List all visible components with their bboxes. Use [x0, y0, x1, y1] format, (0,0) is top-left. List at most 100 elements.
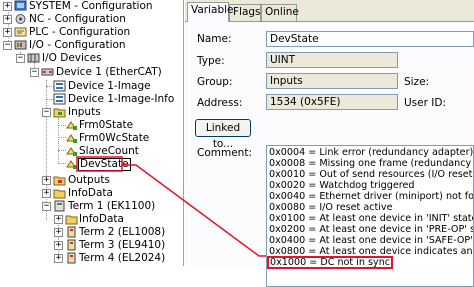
- expand-toggle[interactable]: +: [3, 2, 12, 11]
- comment-line: 0x0004 = Link error (redundancy adapter): [269, 147, 474, 158]
- tree-item-label: Device 1-Image: [68, 80, 151, 92]
- comment-line: 0x0080 = I/O reset active: [269, 202, 393, 213]
- plc-configuration-icon: [14, 27, 27, 37]
- tab-flags[interactable]: Flags: [229, 4, 261, 21]
- collapse-toggle[interactable]: −: [16, 54, 25, 63]
- comment-line: 0x0400 = At least one device in 'SAFE-OP…: [269, 235, 473, 246]
- tree-item-label: InfoData: [68, 187, 113, 199]
- tree-item-label: DevState: [78, 158, 131, 171]
- terminal-icon: [67, 239, 76, 251]
- group-label: Group:: [197, 76, 233, 88]
- tree-item-outputs[interactable]: + Outputs: [0, 174, 183, 187]
- comment-line: 0x0010 = Out of send resources (I/O rese…: [269, 169, 473, 180]
- tree-item-plc-configuration[interactable]: + PLC - Configuration: [0, 26, 183, 39]
- tab-online[interactable]: Online: [261, 4, 299, 21]
- tree-item-nc-configuration[interactable]: + NC - Configuration: [0, 13, 183, 26]
- expand-toggle[interactable]: +: [3, 15, 12, 24]
- tree-item-system-configuration[interactable]: + SYSTEM - Configuration: [0, 0, 183, 13]
- process-image-icon: [53, 80, 66, 92]
- tree-item-label: Inputs: [68, 106, 101, 118]
- expand-toggle[interactable]: +: [3, 28, 12, 37]
- address-label: Address:: [197, 97, 243, 109]
- collapse-toggle[interactable]: −: [30, 68, 39, 77]
- tab-strip: Variable Flags Online: [185, 0, 474, 22]
- tree-item-label: Outputs: [68, 174, 110, 186]
- input-variable-icon: [66, 160, 77, 169]
- expand-toggle[interactable]: +: [54, 228, 63, 237]
- tree-item-label: Frm0State: [79, 119, 134, 131]
- terminal-icon: [67, 226, 76, 238]
- comment-line: 0x0100 = At least one device in 'INIT' s…: [269, 213, 474, 224]
- comment-line: 0x0008 = Missing one frame (redundancy m…: [269, 158, 473, 169]
- tree-item-term-2[interactable]: + Term 2 (EL1008): [0, 226, 183, 239]
- tree-item-term-1[interactable]: − Term 1 (EK1100): [0, 200, 183, 213]
- collapse-toggle[interactable]: −: [42, 202, 51, 211]
- tree-item-label: Term 4 (EL2024): [79, 252, 166, 264]
- dc-not-in-sync-highlight: 0x1000 = DC not in sync: [267, 256, 394, 269]
- terminal-icon: [67, 252, 76, 264]
- tree-item-term-3[interactable]: + Term 3 (EL9410): [0, 239, 183, 252]
- tree-item-label: SYSTEM - Configuration: [29, 0, 153, 12]
- tree-item-label: SlaveCount: [79, 145, 139, 157]
- user-id-label: User ID:: [404, 97, 446, 109]
- tree-item-label: Term 1 (EK1100): [68, 200, 156, 212]
- group-field: Inputs: [266, 73, 398, 89]
- comment-line: 0x0020 = Watchdog triggered: [269, 180, 415, 191]
- tree-item-label: I/O Devices: [42, 52, 102, 64]
- tree-item-device-1-image[interactable]: Device 1-Image: [0, 80, 183, 93]
- name-field[interactable]: DevState: [266, 31, 474, 47]
- tree-item-label: I/O - Configuration: [29, 39, 126, 51]
- process-image-info-icon: [53, 93, 66, 105]
- tree-item-term-1-infodata[interactable]: + InfoData: [0, 213, 183, 226]
- input-variable-icon: [66, 147, 77, 156]
- tree-item-term-4[interactable]: + Term 4 (EL2024): [0, 252, 183, 265]
- name-label: Name:: [197, 33, 232, 45]
- ethercat-device-icon: [41, 68, 54, 76]
- tree-item-infodata[interactable]: + InfoData: [0, 187, 183, 200]
- input-variable-icon: [66, 134, 77, 143]
- type-field: UINT: [266, 52, 398, 68]
- tree-item-label: PLC - Configuration: [29, 26, 131, 38]
- infodata-icon: [53, 189, 66, 199]
- comment-line: 0x0200 = At least one device in 'PRE-OP'…: [269, 224, 474, 235]
- terminal-coupler-icon: [54, 200, 65, 212]
- comment-line: 0x0040 = Ethernet driver (miniport) not …: [269, 191, 474, 202]
- input-variable-icon: [66, 121, 77, 130]
- tree-item-label: InfoData: [79, 213, 124, 225]
- tree-item-label: Term 3 (EL9410): [79, 239, 166, 251]
- tree-item-label: Frm0WcState: [79, 132, 150, 144]
- expand-toggle[interactable]: +: [42, 176, 51, 185]
- expand-toggle[interactable]: +: [54, 254, 63, 263]
- comment-label: Comment:: [197, 147, 252, 159]
- infodata-icon: [65, 215, 78, 225]
- type-label: Type:: [197, 55, 225, 67]
- expand-toggle[interactable]: +: [54, 215, 63, 224]
- nc-configuration-icon: [15, 14, 26, 24]
- tree-item-io-configuration[interactable]: − I/O - Configuration: [0, 39, 183, 52]
- tree-item-label: Device 1 (EtherCAT): [56, 66, 162, 78]
- system-configuration-icon: [14, 0, 27, 11]
- tree-item-frm0state[interactable]: Frm0State: [0, 119, 183, 132]
- collapse-toggle[interactable]: −: [3, 41, 12, 50]
- collapse-toggle[interactable]: −: [42, 108, 51, 117]
- tab-variable[interactable]: Variable: [187, 2, 234, 22]
- expand-toggle[interactable]: +: [54, 241, 63, 250]
- tree-item-io-devices[interactable]: − I/O Devices: [0, 52, 183, 65]
- io-tree-view[interactable]: + SYSTEM - Configuration + NC - Configur…: [0, 0, 184, 266]
- tree-item-slavecount[interactable]: SlaveCount: [0, 145, 183, 158]
- tree-item-device-1[interactable]: − Device 1 (EtherCAT): [0, 66, 183, 79]
- tree-item-devstate[interactable]: DevState: [0, 158, 183, 171]
- address-field: 1534 (0x5FE): [266, 94, 398, 110]
- tree-item-inputs[interactable]: − Inputs: [0, 106, 183, 119]
- tree-item-frm0wcstate[interactable]: Frm0WcState: [0, 132, 183, 145]
- expand-toggle[interactable]: +: [42, 189, 51, 198]
- tree-item-device-1-image-info[interactable]: Device 1-Image-Info: [0, 93, 183, 106]
- size-label: Size:: [404, 76, 430, 88]
- linked-to-button[interactable]: Linked to...: [195, 119, 251, 150]
- io-devices-icon: [27, 53, 40, 63]
- properties-panel: Variable Flags Online Name: DevState Typ…: [185, 0, 474, 287]
- outputs-icon: [53, 176, 66, 186]
- tree-item-label: Term 2 (EL1008): [79, 226, 166, 238]
- tree-item-label: Device 1-Image-Info: [68, 93, 175, 105]
- tree-item-label: NC - Configuration: [29, 13, 126, 25]
